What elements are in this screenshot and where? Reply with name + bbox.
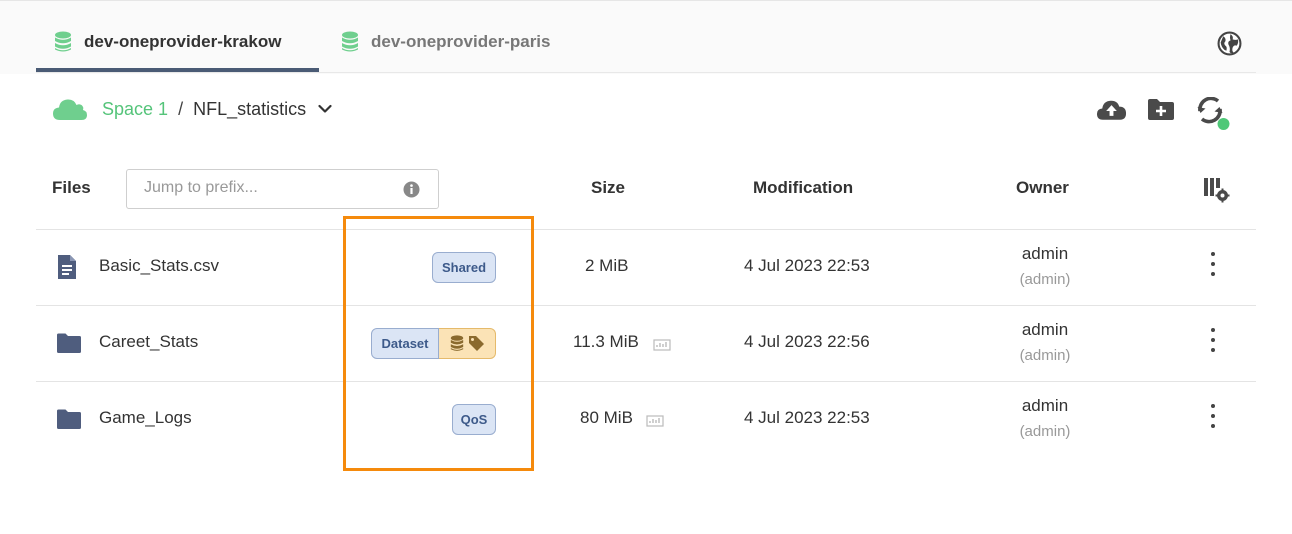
modification-date: 4 Jul 2023 22:56: [744, 332, 870, 351]
kebab-menu-icon[interactable]: [1209, 404, 1217, 434]
folder-icon: [57, 409, 81, 429]
owner-name: admin: [1021, 320, 1069, 339]
tab-label: dev-oneprovider-paris: [371, 32, 551, 51]
column-header-files: Files: [52, 178, 91, 197]
table-row[interactable]: Game_Logs QoS 80 MiB 4 Jul 2023 22:53 ad…: [36, 382, 1256, 457]
breadcrumb-space[interactable]: Space 1: [102, 99, 168, 120]
kebab-menu-icon[interactable]: [1209, 252, 1217, 282]
cloud-icon: [53, 99, 87, 120]
new-folder-icon[interactable]: [1147, 98, 1175, 121]
highlight-annotation-box: [343, 216, 534, 471]
file-name[interactable]: Careet_Stats: [99, 332, 198, 352]
tab-bar-divider: [36, 72, 1256, 73]
owner-name: admin: [1021, 244, 1069, 263]
columns-settings-icon[interactable]: [1203, 176, 1230, 203]
owner-username: (admin): [1019, 271, 1071, 288]
tab-label: dev-oneprovider-krakow: [84, 32, 282, 51]
breadcrumb-separator: /: [178, 98, 184, 119]
globe-icon[interactable]: [1217, 31, 1242, 56]
modification-date: 4 Jul 2023 22:53: [744, 408, 870, 427]
folder-icon: [57, 333, 81, 353]
upload-icon[interactable]: [1096, 98, 1127, 122]
size-stats-icon[interactable]: [646, 415, 664, 427]
sync-icon[interactable]: [1196, 97, 1232, 132]
file-icon: [58, 255, 76, 279]
info-icon[interactable]: [403, 181, 420, 198]
tab-dev-oneprovider-paris[interactable]: dev-oneprovider-paris: [341, 20, 551, 72]
file-name[interactable]: Game_Logs: [99, 408, 192, 428]
owner-username: (admin): [1019, 347, 1071, 364]
size-stats-icon[interactable]: [653, 339, 671, 351]
file-size: 2 MiB: [585, 256, 629, 275]
file-size: 80 MiB: [580, 408, 633, 427]
tab-dev-oneprovider-krakow[interactable]: dev-oneprovider-krakow: [54, 20, 281, 72]
jump-to-prefix-field[interactable]: [126, 169, 439, 209]
owner-username: (admin): [1019, 423, 1071, 440]
breadcrumb: Space 1 / NFL_statistics: [52, 97, 332, 121]
database-icon: [342, 31, 358, 52]
breadcrumb-current-dir[interactable]: NFL_statistics: [193, 99, 306, 120]
owner-name: admin: [1021, 396, 1069, 415]
file-size: 11.3 MiB: [573, 332, 639, 351]
modification-date: 4 Jul 2023 22:53: [744, 256, 870, 275]
database-icon: [55, 31, 71, 52]
active-tab-indicator: [36, 68, 319, 72]
column-header-modification[interactable]: Modification: [753, 178, 853, 198]
prefix-input[interactable]: [144, 179, 394, 197]
kebab-menu-icon[interactable]: [1209, 328, 1217, 358]
column-header-owner[interactable]: Owner: [1016, 178, 1069, 198]
column-header-size[interactable]: Size: [591, 178, 625, 198]
table-row[interactable]: Careet_Stats Dataset 11.3 MiB 4 Jul 2023…: [36, 306, 1256, 381]
table-row[interactable]: Basic_Stats.csv Shared 2 MiB 4 Jul 2023 …: [36, 230, 1256, 305]
file-name[interactable]: Basic_Stats.csv: [99, 256, 219, 276]
chevron-down-icon[interactable]: [318, 104, 332, 114]
